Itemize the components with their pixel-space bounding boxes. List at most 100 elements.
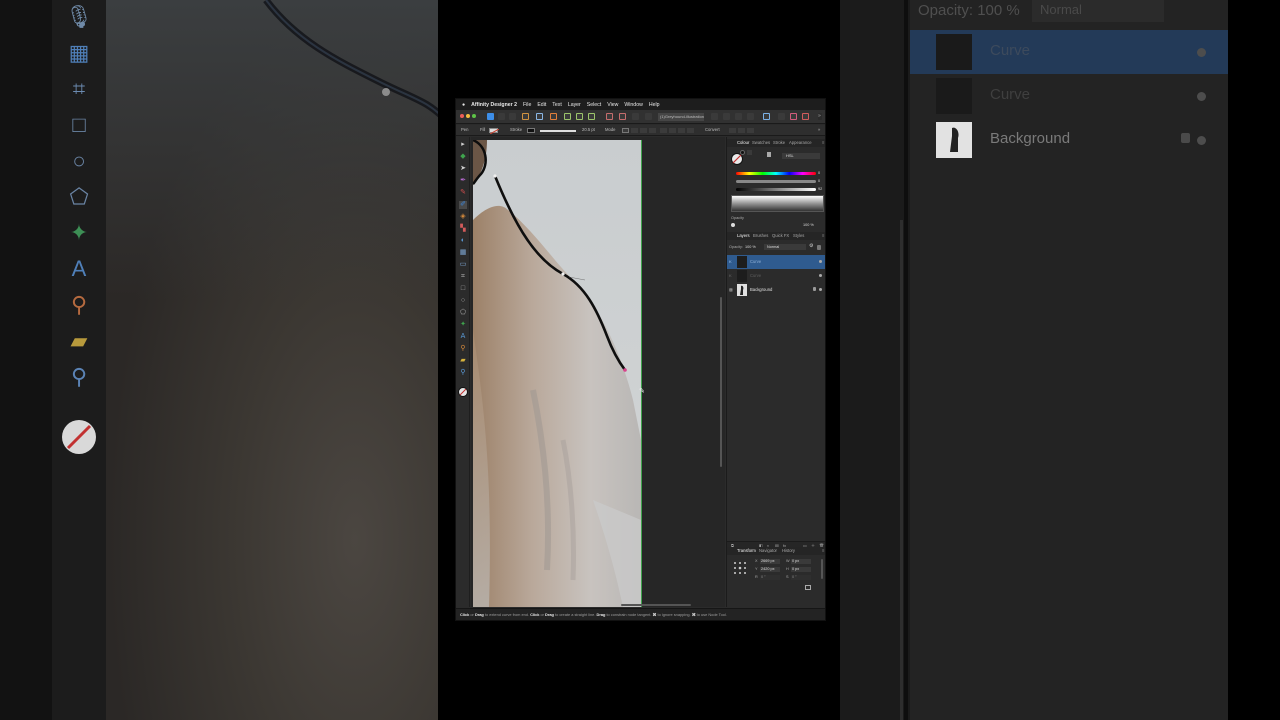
zoom-icon[interactable]: ⚲ (459, 369, 467, 377)
transparency-icon[interactable]: ◐ (459, 237, 467, 245)
tab-swatches[interactable]: Swatches (752, 140, 770, 145)
document-tab[interactable]: (1)Greyhound-illustration.af (658, 113, 704, 121)
undo-icon[interactable] (711, 113, 718, 120)
line-mode-icon[interactable] (649, 128, 656, 133)
stroke-panel-icon[interactable] (802, 113, 809, 120)
lightness-slider[interactable] (736, 188, 816, 191)
polygon-mode-icon[interactable] (640, 128, 647, 133)
action-icon[interactable] (678, 128, 685, 133)
pen-icon[interactable]: ✒ (459, 177, 467, 185)
layer-settings-icon[interactable]: ⚙ (809, 243, 813, 249)
gradient-icon[interactable]: ▚ (459, 225, 467, 233)
colour-gradient-box[interactable] (731, 195, 824, 212)
align-icon[interactable] (550, 113, 557, 120)
pointer-icon[interactable]: ➤ (459, 165, 467, 173)
panel-menu-icon[interactable]: ≡ (822, 548, 824, 553)
tab-quick-fx[interactable]: Quick FX (772, 233, 789, 238)
tab-appearance[interactable]: Appearance (789, 140, 812, 145)
stroke-swatch[interactable] (527, 128, 535, 133)
export-persona-icon[interactable] (509, 113, 516, 120)
rotation-field[interactable]: 0 ° (760, 575, 780, 580)
rubber-band-icon[interactable] (669, 128, 676, 133)
panel-menu-icon[interactable]: ≡ (822, 233, 824, 238)
crop-icon[interactable]: ⌗ (459, 273, 467, 281)
close-button[interactable] (460, 114, 464, 118)
tab-brushes[interactable]: Brushes (753, 233, 768, 238)
insert-inside-icon[interactable] (632, 113, 639, 120)
artboard[interactable] (473, 140, 641, 607)
insert-behind-icon[interactable] (606, 113, 613, 120)
tab-stroke[interactable]: Stroke (773, 140, 785, 145)
shape-icon[interactable]: ✦ (459, 321, 467, 329)
designer-persona-icon[interactable] (487, 113, 494, 120)
snap-option-icon[interactable] (660, 128, 667, 133)
swap-colours-icon[interactable] (747, 150, 752, 155)
menu-view[interactable]: View (607, 102, 618, 108)
fill-icon[interactable]: ◈ (459, 213, 467, 221)
anchor-selector-icon[interactable] (733, 561, 747, 575)
shear-field[interactable]: 0 ° (791, 575, 811, 580)
convert-smooth-icon[interactable] (738, 128, 745, 133)
stroke-width-slider[interactable] (540, 130, 576, 132)
opacity-slider-knob[interactable] (731, 223, 735, 227)
menu-window[interactable]: Window (624, 102, 642, 108)
saturation-slider[interactable] (736, 180, 816, 183)
menu-file[interactable]: File (523, 102, 531, 108)
layer-row[interactable]: K Curve (727, 255, 825, 269)
arrange-front-icon[interactable] (747, 113, 754, 120)
redo-icon[interactable] (723, 113, 730, 120)
transform-options-icon[interactable] (805, 585, 811, 590)
transform-scrollbar[interactable] (821, 559, 823, 579)
brush-icon[interactable]: ✐ (459, 201, 467, 209)
tab-history[interactable]: History (782, 548, 795, 553)
ruler-icon[interactable]: ▰ (459, 357, 467, 365)
x-field[interactable]: 2669 px (760, 559, 780, 564)
layer-opacity-value[interactable]: 100 % (745, 245, 756, 249)
view-mode-icon[interactable] (536, 113, 543, 120)
place-image-icon[interactable]: ▦ (459, 249, 467, 257)
visibility-icon[interactable] (819, 260, 822, 263)
lightness-value[interactable]: 92 (818, 187, 822, 191)
node-icon[interactable]: ◆ (459, 153, 467, 161)
align-panel-icon[interactable] (763, 113, 770, 120)
tab-navigator[interactable]: Navigator (759, 548, 777, 553)
layer-row[interactable]: K Curve (727, 269, 825, 283)
menu-help[interactable]: Help (649, 102, 660, 108)
app-menu[interactable]: Affinity Designer 2 (471, 102, 517, 108)
convert-sharp-icon[interactable] (729, 128, 736, 133)
menu-select[interactable]: Select (587, 102, 601, 108)
saturation-value[interactable]: 0 (818, 179, 820, 183)
boolean-subtract-icon[interactable] (576, 113, 583, 120)
rectangle-icon[interactable]: □ (459, 285, 467, 293)
colour-picker-icon[interactable] (767, 152, 771, 157)
layer-lock-icon[interactable] (813, 287, 816, 291)
tab-styles[interactable]: Styles (793, 233, 804, 238)
colour-model-select[interactable]: HSL (782, 153, 820, 159)
y-field[interactable]: 2420 px (760, 567, 780, 572)
eyedropper-icon[interactable]: ⚲ (459, 345, 467, 353)
vertical-scrollbar[interactable] (720, 297, 722, 467)
menu-edit[interactable]: Edit (537, 102, 546, 108)
close-curve-icon[interactable] (687, 128, 694, 133)
boolean-intersect-icon[interactable] (588, 113, 595, 120)
pen-mode-icon[interactable] (622, 128, 629, 133)
apple-icon[interactable]: ● (462, 102, 465, 108)
opacity-value[interactable]: 100 % (803, 223, 814, 227)
color-panel-icon[interactable] (790, 113, 797, 120)
stroke-width-value[interactable]: 20.5 pt (582, 127, 595, 132)
transform-panel-icon[interactable] (778, 113, 785, 120)
more-chevron-icon[interactable]: » (818, 113, 822, 120)
arrange-back-icon[interactable] (735, 113, 742, 120)
visibility-icon[interactable] (819, 274, 822, 277)
ellipse-icon[interactable]: ○ (459, 297, 467, 305)
h-field[interactable]: 0 px (791, 567, 811, 572)
pixel-persona-icon[interactable] (498, 113, 505, 120)
text-icon[interactable]: A (459, 333, 467, 341)
lock-icon[interactable] (817, 245, 821, 250)
context-more-icon[interactable]: » (818, 127, 820, 132)
polygon-icon[interactable]: ⬠ (459, 309, 467, 317)
zoom-button[interactable] (472, 114, 476, 118)
pencil-icon[interactable]: ✎ (459, 189, 467, 197)
blend-mode-select[interactable]: Normal (764, 244, 806, 250)
insert-top-icon[interactable] (619, 113, 626, 120)
